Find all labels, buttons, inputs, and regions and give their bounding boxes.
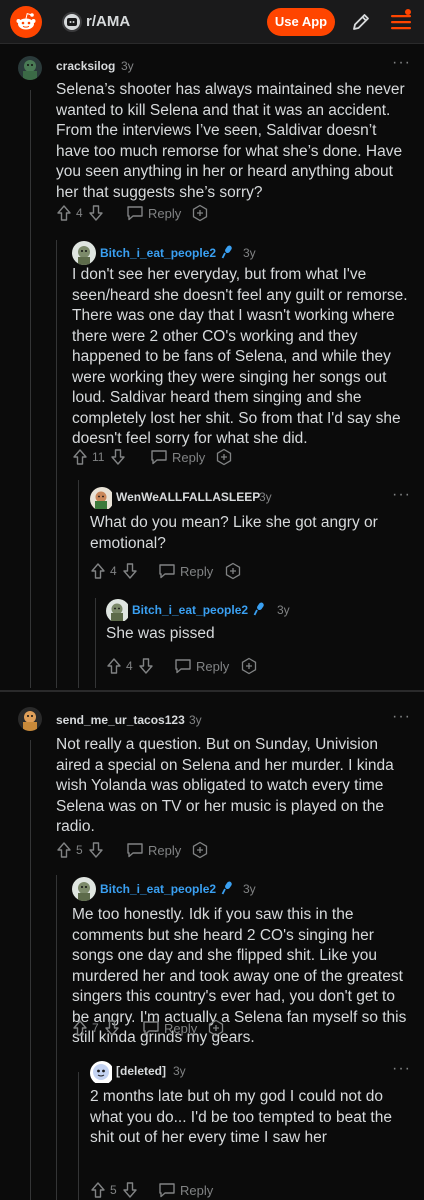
- more-options-icon[interactable]: ···: [392, 486, 411, 504]
- award-icon[interactable]: [207, 1019, 225, 1037]
- comment-body: Not really a question. But on Sunday, Un…: [56, 736, 394, 835]
- microphone-icon: [253, 602, 264, 616]
- comment-age: 3y: [243, 882, 256, 896]
- reply-button[interactable]: Reply: [180, 564, 213, 579]
- reply-icon[interactable]: [142, 1020, 160, 1036]
- more-options-icon[interactable]: ···: [392, 54, 411, 72]
- avatar[interactable]: [90, 487, 114, 511]
- award-icon[interactable]: [215, 448, 233, 466]
- downvote-icon[interactable]: [122, 1181, 138, 1199]
- upvote-icon[interactable]: [90, 562, 106, 580]
- reply-icon[interactable]: [174, 658, 192, 674]
- comment-age: 3y: [173, 1064, 186, 1078]
- upvote-icon[interactable]: [72, 448, 88, 466]
- comment-body: 2 months late but oh my god I could not …: [90, 1088, 392, 1146]
- downvote-icon[interactable]: [104, 1019, 120, 1037]
- menu-icon[interactable]: [388, 8, 414, 36]
- reddit-logo-icon[interactable]: [10, 6, 42, 38]
- subreddit-name[interactable]: r/AMA: [86, 13, 130, 30]
- username[interactable]: Bitch_i_eat_people2: [100, 882, 216, 896]
- username[interactable]: cracksilog: [56, 59, 115, 73]
- microphone-icon: [221, 881, 232, 895]
- microphone-icon: [221, 245, 232, 259]
- reply-button[interactable]: Reply: [148, 206, 181, 221]
- thread-line: [56, 875, 57, 1200]
- reply-button[interactable]: Reply: [196, 659, 229, 674]
- reply-icon[interactable]: [126, 205, 144, 221]
- vote-score: 4: [110, 564, 117, 578]
- upvote-icon[interactable]: [90, 1181, 106, 1199]
- username[interactable]: [deleted]: [116, 1064, 166, 1078]
- comment-body: Selena’s shooter has always maintained s…: [56, 81, 405, 201]
- award-icon[interactable]: [240, 657, 258, 675]
- avatar[interactable]: [18, 56, 42, 80]
- vote-score: 4: [76, 206, 83, 220]
- username[interactable]: WenWeALLFALLASLEEP: [116, 490, 260, 504]
- reply-icon[interactable]: [126, 842, 144, 858]
- downvote-icon[interactable]: [138, 657, 154, 675]
- comment-actions: 4 Reply: [106, 656, 286, 678]
- comment-actions: 5 Reply: [56, 840, 236, 862]
- thread-line: [30, 90, 31, 688]
- comment-age: 3y: [121, 59, 134, 73]
- pencil-icon[interactable]: [349, 10, 373, 34]
- downvote-icon[interactable]: [122, 562, 138, 580]
- vote-score: 11: [92, 450, 105, 464]
- comment-body: I don't see her everyday, but from what …: [72, 266, 408, 447]
- reply-button[interactable]: Reply: [180, 1183, 213, 1198]
- upvote-icon[interactable]: [106, 657, 122, 675]
- username[interactable]: send_me_ur_tacos123: [56, 713, 185, 727]
- vote-score: 5: [76, 843, 83, 857]
- comment-actions: 11 Reply: [72, 447, 252, 469]
- more-options-icon[interactable]: ···: [392, 1060, 411, 1078]
- thread-line: [95, 598, 96, 688]
- avatar[interactable]: [90, 1061, 114, 1085]
- downvote-icon[interactable]: [88, 204, 104, 222]
- comment-body: What do you mean? Like she got angry or …: [90, 514, 378, 552]
- award-icon[interactable]: [191, 204, 209, 222]
- thread-line: [56, 240, 57, 688]
- award-icon[interactable]: [191, 841, 209, 859]
- comment-actions: 7 Reply: [72, 1018, 252, 1040]
- avatar[interactable]: [72, 241, 96, 265]
- use-app-button[interactable]: Use App: [267, 8, 335, 36]
- comment-age: 3y: [189, 713, 202, 727]
- thread-line: [78, 480, 79, 688]
- thread-divider: [0, 690, 424, 692]
- comment-age: 3y: [277, 603, 290, 617]
- more-options-icon[interactable]: ···: [392, 708, 411, 726]
- upvote-icon[interactable]: [56, 204, 72, 222]
- top-bar: r/AMA Use App: [0, 0, 424, 44]
- thread-line: [30, 740, 31, 1200]
- vote-score: 5: [110, 1183, 117, 1197]
- comment-actions: 4 Reply: [56, 203, 236, 225]
- username[interactable]: Bitch_i_eat_people2: [132, 603, 248, 617]
- comment-age: 3y: [259, 490, 272, 504]
- reply-button[interactable]: Reply: [164, 1021, 197, 1036]
- avatar[interactable]: [106, 599, 130, 623]
- subreddit-icon[interactable]: [62, 12, 82, 32]
- avatar[interactable]: [72, 877, 96, 901]
- reply-icon[interactable]: [150, 449, 168, 465]
- comment-body: She was pissed: [106, 625, 215, 642]
- comment-age: 3y: [243, 246, 256, 260]
- vote-score: 4: [126, 659, 133, 673]
- upvote-icon[interactable]: [56, 841, 72, 859]
- username[interactable]: Bitch_i_eat_people2: [100, 246, 216, 260]
- comment-actions: 5 Reply: [90, 1180, 270, 1200]
- award-icon[interactable]: [224, 562, 242, 580]
- downvote-icon[interactable]: [110, 448, 126, 466]
- reply-button[interactable]: Reply: [148, 843, 181, 858]
- avatar[interactable]: [18, 707, 42, 731]
- thread-line: [78, 1072, 79, 1200]
- vote-score: 7: [92, 1021, 99, 1035]
- downvote-icon[interactable]: [88, 841, 104, 859]
- reply-button[interactable]: Reply: [172, 450, 205, 465]
- comment-actions: 4 Reply: [90, 561, 270, 583]
- reply-icon[interactable]: [158, 563, 176, 579]
- reply-icon[interactable]: [158, 1182, 176, 1198]
- upvote-icon[interactable]: [72, 1019, 88, 1037]
